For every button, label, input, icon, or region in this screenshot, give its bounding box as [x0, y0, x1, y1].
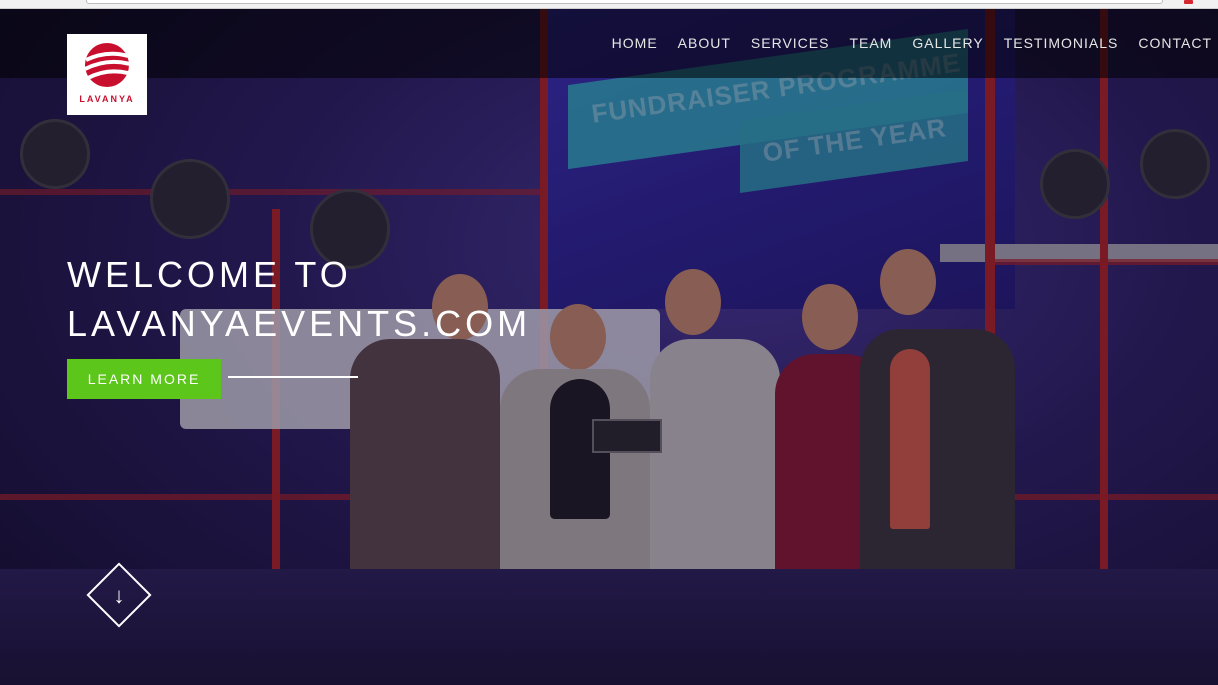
nav-services[interactable]: SERVICES [751, 35, 830, 51]
nav-testimonials[interactable]: TESTIMONIALS [1004, 35, 1119, 51]
logo-text: LAVANYA [79, 94, 135, 104]
hero-title-line2: LAVANYAEVENTS.COM [67, 303, 532, 344]
nav-contact[interactable]: CONTACT [1138, 35, 1212, 51]
nav-team[interactable]: TEAM [849, 35, 892, 51]
hero-divider-line [228, 376, 358, 378]
address-bar[interactable] [86, 0, 1163, 4]
main-navigation: HOME ABOUT SERVICES TEAM GALLERY TESTIMO… [612, 35, 1212, 51]
lavanya-logo[interactable]: LAVANYA [67, 34, 147, 115]
learn-more-button[interactable]: LEARN MORE [67, 359, 221, 399]
hero-title: WELCOME TO LAVANYAEVENTS.COM [67, 250, 531, 348]
nav-about[interactable]: ABOUT [678, 35, 731, 51]
nav-home[interactable]: HOME [612, 35, 658, 51]
nav-gallery[interactable]: GALLERY [912, 35, 983, 51]
hero-title-line1: WELCOME TO [67, 254, 352, 295]
browser-toolbar [0, 0, 1218, 9]
extension-icon[interactable] [1184, 0, 1193, 4]
globe-logo-icon [84, 43, 131, 87]
arrow-down-icon[interactable]: ↓ [108, 582, 130, 610]
